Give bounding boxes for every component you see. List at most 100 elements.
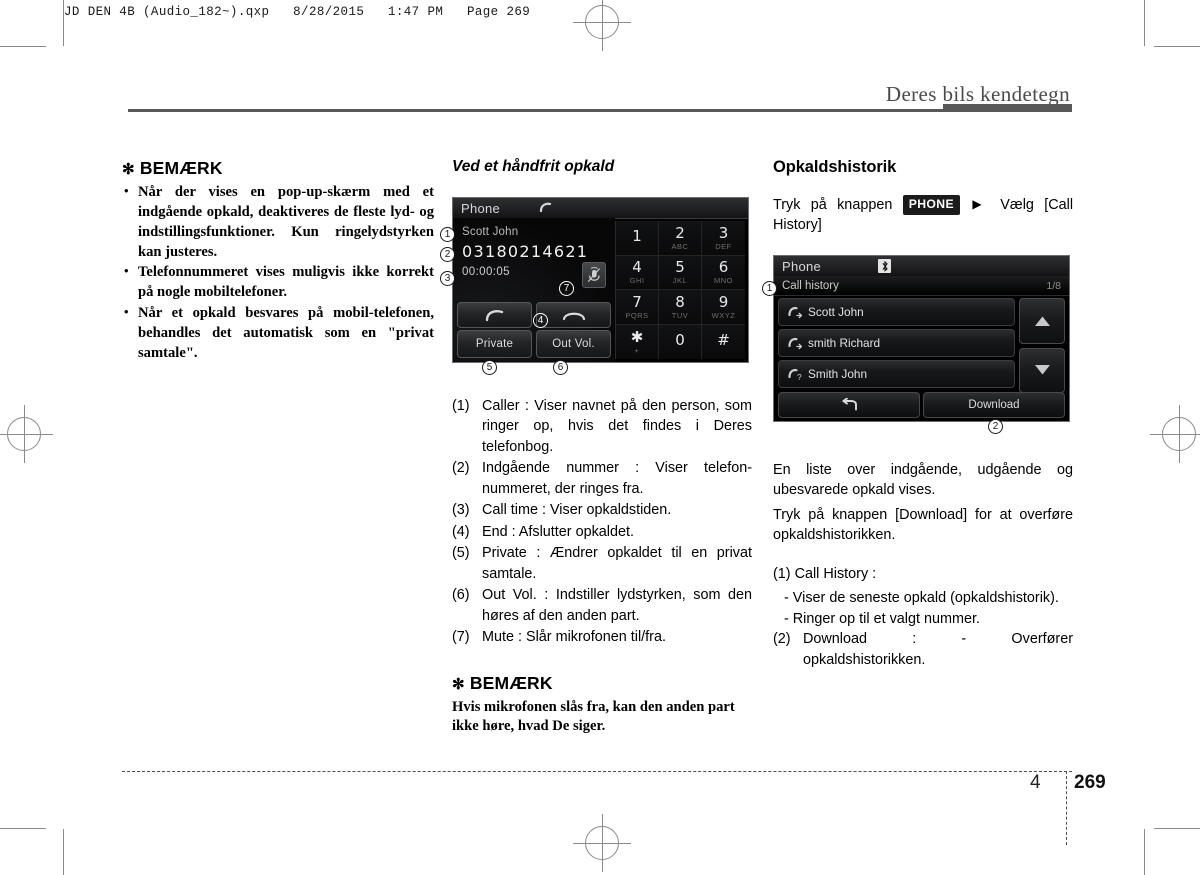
list-item[interactable]: ? Smith John: [778, 360, 1015, 388]
call-screen-caption-list-wrap: (1) Caller : Viser navnet på den person, …: [452, 396, 752, 648]
private-button[interactable]: Private: [457, 330, 532, 358]
right-column: Opkaldshistorik Tryk på knappen PHONE ▶ …: [773, 158, 1073, 240]
list-item: (2) Indgående nummer : Viser telefon-numm…: [452, 458, 752, 499]
history-description-paragraph-1: En liste over indgående, udgående og ube…: [773, 462, 1073, 499]
registration-mark-top: [573, 0, 631, 51]
svg-text:?: ?: [797, 372, 802, 381]
keypad-key-8[interactable]: 8 TUV: [659, 290, 702, 325]
callout-7: 7: [559, 281, 574, 296]
scroll-up-button[interactable]: [1019, 298, 1065, 344]
crop-mark-bottom-left-horizontal: [0, 828, 46, 829]
registration-mark-right: [1150, 405, 1200, 463]
caption-number: (2): [452, 460, 470, 477]
out-volume-button[interactable]: Out Vol.: [536, 330, 611, 358]
list-item: (6) Out Vol. : Indstiller lydstyrken, som…: [452, 585, 752, 626]
keypad-key-1[interactable]: 1: [616, 221, 659, 256]
keypad-key-5[interactable]: 5 JKL: [659, 255, 702, 290]
callout-2: 2: [440, 247, 455, 262]
mute-button[interactable]: [582, 262, 606, 288]
history-item-name: smith Richard: [808, 336, 881, 350]
crop-mark-bottom-left-vertical: [63, 829, 64, 875]
caption-number: (6): [452, 587, 470, 604]
callout-6: 6: [553, 360, 568, 375]
crop-mark-top-right-vertical: [1144, 0, 1145, 46]
list-item: Telefonnummeret vises muligvis ikke korr…: [122, 262, 434, 303]
keypad-key-7[interactable]: 7 PQRS: [616, 290, 659, 325]
list-item: (1) Caller : Viser navnet på den person, …: [452, 396, 752, 457]
key-digit: 4: [632, 258, 642, 276]
list-item[interactable]: Scott John: [778, 298, 1015, 326]
call-screen-title: Phone: [461, 200, 501, 216]
footer-vertical-rule: [1066, 771, 1067, 845]
key-letters: WXYZ: [711, 310, 736, 320]
history-screen-titlebar: Phone: [774, 256, 1069, 277]
left-note-heading-label: BEMÆRK: [139, 158, 223, 178]
back-button[interactable]: [778, 392, 920, 418]
keypad-key-hash[interactable]: #: [702, 324, 745, 359]
right-column-body: En liste over indgående, udgående og ube…: [773, 460, 1073, 671]
call-time: 00:00:05: [462, 266, 510, 278]
history-footer-bar: Download: [774, 392, 1069, 421]
history-item-name: Scott John: [808, 305, 864, 319]
left-note-heading: ✻ BEMÆRK: [122, 158, 434, 179]
key-letters: GHI: [629, 276, 645, 285]
keypad-key-9[interactable]: 9 WXYZ: [702, 290, 745, 325]
phone-hardkey-badge: PHONE: [902, 195, 961, 216]
download-button[interactable]: Download: [923, 392, 1065, 418]
caption-text: Indgående nummer : Viser telefon-nummere…: [482, 460, 752, 497]
list-item: (5) Private : Ændrer opkaldet til en priv…: [452, 543, 752, 584]
list-item: (2) Download : - Overfører opkaldshistori…: [773, 629, 1073, 670]
call-screen-body: Scott John 03180214621 00:00:05 Private …: [453, 218, 748, 362]
key-letters: MNO: [714, 276, 733, 285]
keypad-key-0[interactable]: 0: [659, 324, 702, 359]
key-letters: ABC: [671, 241, 689, 251]
left-note-bullet-list: Når der vises en pop-up-skærm med et ind…: [122, 182, 434, 364]
key-digit: #: [717, 331, 730, 350]
key-digit: 9: [718, 292, 729, 311]
end-call-button[interactable]: [536, 302, 611, 328]
callout-1: 1: [440, 227, 455, 242]
registration-mark-bottom: [573, 814, 631, 872]
keypad-key-2[interactable]: 2 ABC: [659, 221, 702, 256]
caller-number: 03180214621: [462, 242, 589, 261]
page-title: Opkaldshistorik: [773, 158, 897, 176]
crop-mark-bottom-right-vertical: [1144, 829, 1145, 875]
keypad-key-4[interactable]: 4 GHI: [616, 255, 659, 290]
keypad-key-star[interactable]: ✱ +: [616, 324, 659, 359]
caption-text: Call time : Viser opkaldstiden.: [482, 502, 672, 519]
callout-3: 3: [440, 271, 455, 286]
keypad-key-3[interactable]: 3 DEF: [702, 221, 745, 256]
caption-text: End : Afslutter opkaldet.: [482, 523, 634, 540]
call-history-screen-figure: Phone Call history 1/8 Scott John smith …: [773, 255, 1070, 422]
answer-call-button[interactable]: [457, 302, 532, 328]
call-info-panel: Scott John 03180214621 00:00:05 Private …: [453, 218, 615, 362]
key-digit: 2: [675, 223, 685, 242]
dial-keypad: 1 2 ABC 3 DEF 4 GHI 5 JKL 6 MNO 7 PQRS 8 TUV 9W…: [615, 221, 745, 359]
mid-note-body: Hvis mikrofonen slås fra, kan den anden …: [452, 699, 735, 735]
call-history-desc-list: - Viser de seneste opkald (opkaldshistor…: [773, 588, 1073, 629]
header-rule-thick: [943, 104, 1072, 112]
caller-name: Scott John: [462, 226, 519, 238]
key-letters: JKL: [672, 276, 688, 285]
caption-text: Mute : Slår mikrofonen til/fra.: [482, 628, 666, 645]
phone-button-instruction: Tryk på knappen PHONE ▶ Vælg [Call Histo…: [773, 195, 1073, 236]
history-subbar: Call history 1/8: [774, 276, 1069, 296]
caption-number: (4): [452, 523, 470, 540]
call-history-desc-heading: (1) Call History :: [773, 565, 877, 582]
call-missed-icon: ?: [788, 368, 808, 381]
scroll-down-button[interactable]: [1019, 347, 1065, 393]
list-item: (4) End : Afslutter opkaldet.: [452, 522, 752, 542]
caption-number: (3): [452, 502, 470, 519]
in-call-screen-figure: Phone Scott John 03180214621 00:00:05 Pr…: [452, 197, 749, 363]
list-item: - Viser de seneste opkald (opkaldshistor…: [784, 590, 1059, 607]
footer-rule: [122, 771, 1072, 772]
caption-number: (2): [773, 631, 791, 648]
bluetooth-icon: [878, 259, 891, 273]
mid-note-heading-label: BEMÆRK: [469, 673, 553, 693]
list-item: (7) Mute : Slår mikrofonen til/fra.: [452, 627, 752, 647]
list-item[interactable]: smith Richard: [778, 329, 1015, 357]
key-digit: 0: [675, 331, 685, 350]
history-list-area: Scott John smith Richard ? Smith John: [774, 295, 1069, 393]
keypad-key-6[interactable]: 6 MNO: [702, 255, 745, 290]
footer-chapter-number: 4: [1030, 772, 1041, 793]
